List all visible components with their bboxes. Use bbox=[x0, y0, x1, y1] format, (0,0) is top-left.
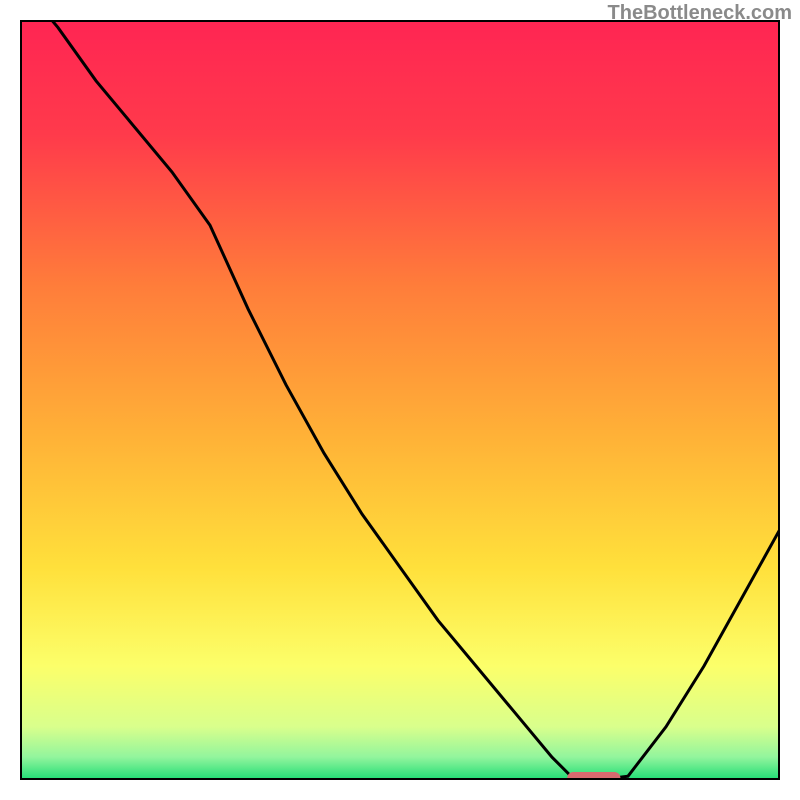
chart-svg bbox=[20, 20, 780, 780]
attribution-text: TheBottleneck.com bbox=[608, 2, 792, 25]
bottleneck-chart bbox=[20, 20, 780, 780]
chart-background-gradient bbox=[20, 20, 780, 780]
